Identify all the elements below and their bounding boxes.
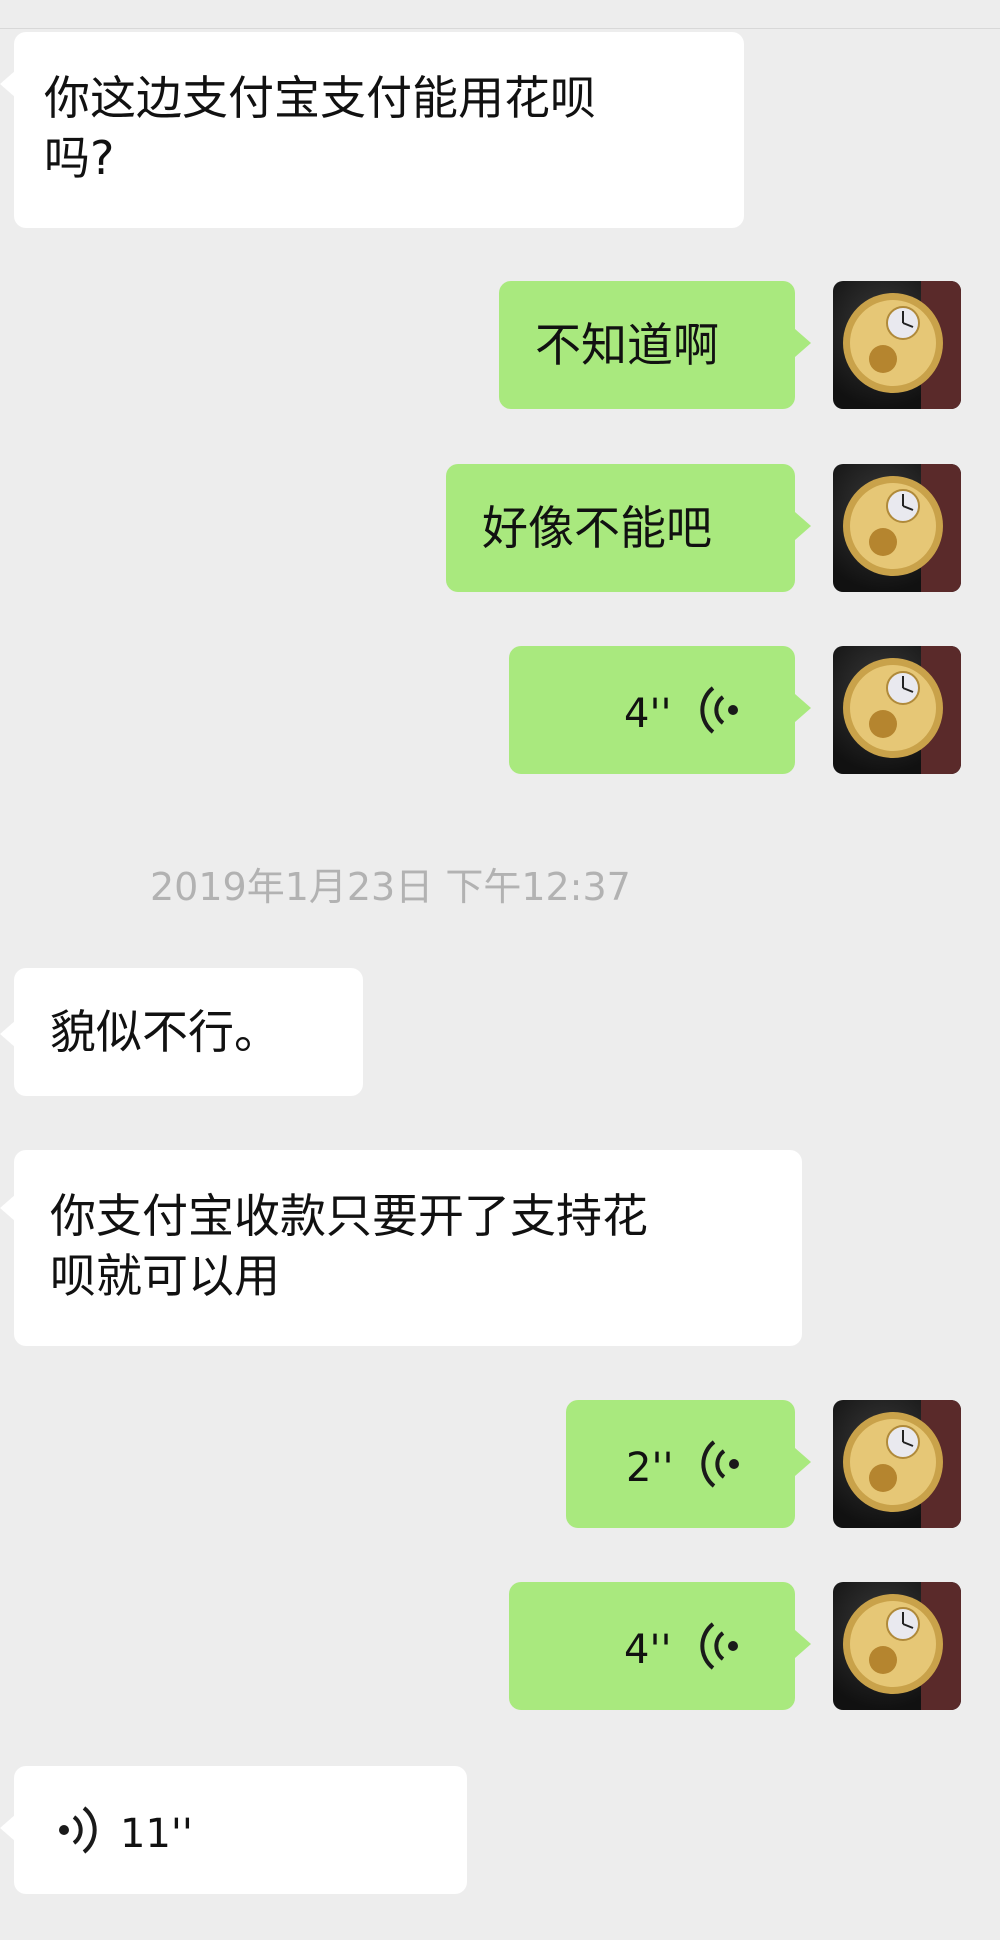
top-divider	[0, 28, 1000, 29]
message-bubble[interactable]: 你这边支付宝支付能用花呗 吗?	[14, 32, 744, 228]
voice-duration: 11''	[120, 1811, 193, 1857]
voice-bubble[interactable]: 4''	[509, 646, 795, 774]
avatar[interactable]	[833, 1400, 961, 1528]
message-bubble[interactable]: 貌似不行。	[14, 968, 363, 1096]
message-bubble[interactable]: 不知道啊	[499, 281, 795, 409]
message-text: 不知道啊	[535, 318, 719, 372]
avatar[interactable]	[833, 464, 961, 592]
voice-wave-icon	[59, 1806, 97, 1854]
voice-bubble[interactable]: 4''	[509, 1582, 795, 1710]
avatar[interactable]	[833, 281, 961, 409]
message-text: 你这边支付宝支付能用花呗 吗?	[44, 71, 596, 185]
avatar[interactable]	[833, 646, 961, 774]
message-text: 貌似不行。	[50, 1005, 280, 1059]
voice-duration: 4''	[624, 691, 672, 737]
message-bubble[interactable]: 你支付宝收款只要开了支持花 呗就可以用	[14, 1150, 802, 1346]
voice-wave-icon	[700, 1622, 738, 1670]
voice-wave-icon	[701, 1440, 739, 1488]
watch-avatar-icon	[843, 646, 961, 774]
voice-wave-icon	[700, 686, 738, 734]
watch-avatar-icon	[843, 281, 961, 409]
message-text: 好像不能吧	[482, 501, 712, 555]
voice-duration: 4''	[624, 1627, 672, 1673]
watch-avatar-icon	[843, 464, 961, 592]
message-text: 你支付宝收款只要开了支持花 呗就可以用	[50, 1189, 648, 1303]
message-bubble[interactable]: 好像不能吧	[446, 464, 795, 592]
watch-avatar-icon	[843, 1400, 961, 1528]
watch-avatar-icon	[843, 1582, 961, 1710]
voice-duration: 2''	[626, 1445, 674, 1491]
voice-bubble[interactable]: 2''	[566, 1400, 795, 1528]
voice-bubble[interactable]: 11''	[14, 1766, 467, 1894]
avatar[interactable]	[833, 1582, 961, 1710]
